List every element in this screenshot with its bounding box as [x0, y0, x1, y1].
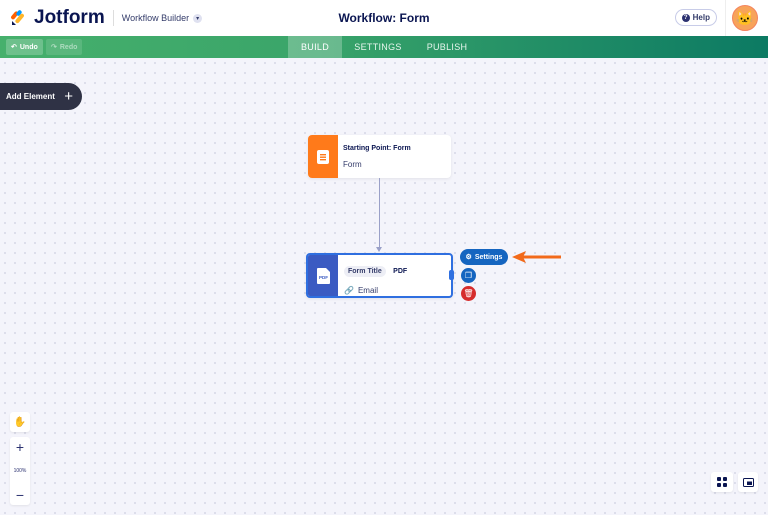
- redo-label: Redo: [59, 43, 78, 51]
- connector-line: [379, 178, 380, 250]
- divider: [725, 0, 726, 36]
- minimap-icon: [742, 477, 754, 487]
- add-element-label: Add Element: [6, 92, 55, 101]
- add-element-button[interactable]: Add Element +: [0, 83, 82, 110]
- pdf-node-action: Email: [357, 286, 378, 295]
- tab-publish[interactable]: PUBLISH: [414, 36, 480, 58]
- gear-icon: ⚙: [465, 254, 472, 261]
- form-icon: [308, 135, 338, 178]
- arrow-pointer-icon: [512, 251, 561, 263]
- grid-icon: [717, 477, 727, 487]
- help-label: Help: [692, 13, 710, 22]
- avatar[interactable]: 🐱: [732, 5, 758, 31]
- zoom-controls: + 100% −: [10, 437, 30, 505]
- tab-settings[interactable]: SETTINGS: [342, 36, 414, 58]
- top-header: Jotform Workflow Builder ▾ Workflow: For…: [0, 0, 768, 36]
- start-node-title: Starting Point: Form: [343, 145, 411, 152]
- pan-hand-button[interactable]: ✋: [10, 412, 30, 432]
- jotform-logo-icon: [11, 10, 24, 25]
- pdf-icon: PDF: [308, 255, 338, 296]
- jotform-logo[interactable]: Jotform: [10, 7, 105, 29]
- layout-button[interactable]: [711, 472, 733, 492]
- undo-label: Undo: [19, 43, 38, 51]
- workflow-builder-menu[interactable]: Workflow Builder ▾: [121, 13, 203, 23]
- svg-text:PDF: PDF: [319, 275, 328, 280]
- settings-label: Settings: [474, 253, 503, 261]
- copy-icon: ❐: [464, 271, 473, 280]
- minimap-button[interactable]: [738, 472, 758, 492]
- zoom-level: 100%: [13, 468, 27, 474]
- question-icon: ?: [681, 13, 690, 22]
- pdf-node-type: PDF: [393, 268, 408, 275]
- duplicate-button[interactable]: ❐: [461, 268, 476, 283]
- form-title-chip: Form Title: [344, 266, 386, 277]
- undo-icon: ↶: [11, 44, 17, 51]
- plus-icon: +: [64, 88, 73, 105]
- toolbar: ↶ Undo ↷ Redo BUILD SETTINGS PUBLISH: [0, 36, 768, 58]
- pdf-node[interactable]: PDF Form Title PDF 🔗 Email: [306, 253, 453, 298]
- delete-button[interactable]: 🗑: [461, 286, 476, 301]
- zoom-in-button[interactable]: +: [16, 440, 24, 454]
- start-node-subtitle: Form: [343, 160, 362, 169]
- page-title: Workflow: Form: [338, 11, 430, 25]
- app-menu-label: Workflow Builder: [121, 13, 190, 23]
- tab-build[interactable]: BUILD: [288, 36, 342, 58]
- logo-text: Jotform: [34, 7, 105, 28]
- zoom-out-button[interactable]: −: [16, 488, 24, 502]
- redo-button[interactable]: ↷ Redo: [46, 39, 83, 55]
- chevron-down-icon: ▾: [193, 13, 203, 23]
- trash-icon: 🗑: [463, 289, 474, 298]
- start-node[interactable]: Starting Point: Form Form: [308, 135, 451, 178]
- undo-button[interactable]: ↶ Undo: [6, 39, 43, 55]
- link-icon: 🔗: [344, 286, 354, 295]
- hand-icon: ✋: [13, 416, 27, 428]
- node-settings-button[interactable]: ⚙ Settings: [460, 249, 508, 265]
- redo-icon: ↷: [51, 44, 57, 51]
- divider: [112, 10, 114, 26]
- connector-arrow-icon: [376, 247, 382, 252]
- help-button[interactable]: ? Help: [674, 9, 717, 26]
- connection-handle[interactable]: [449, 270, 454, 280]
